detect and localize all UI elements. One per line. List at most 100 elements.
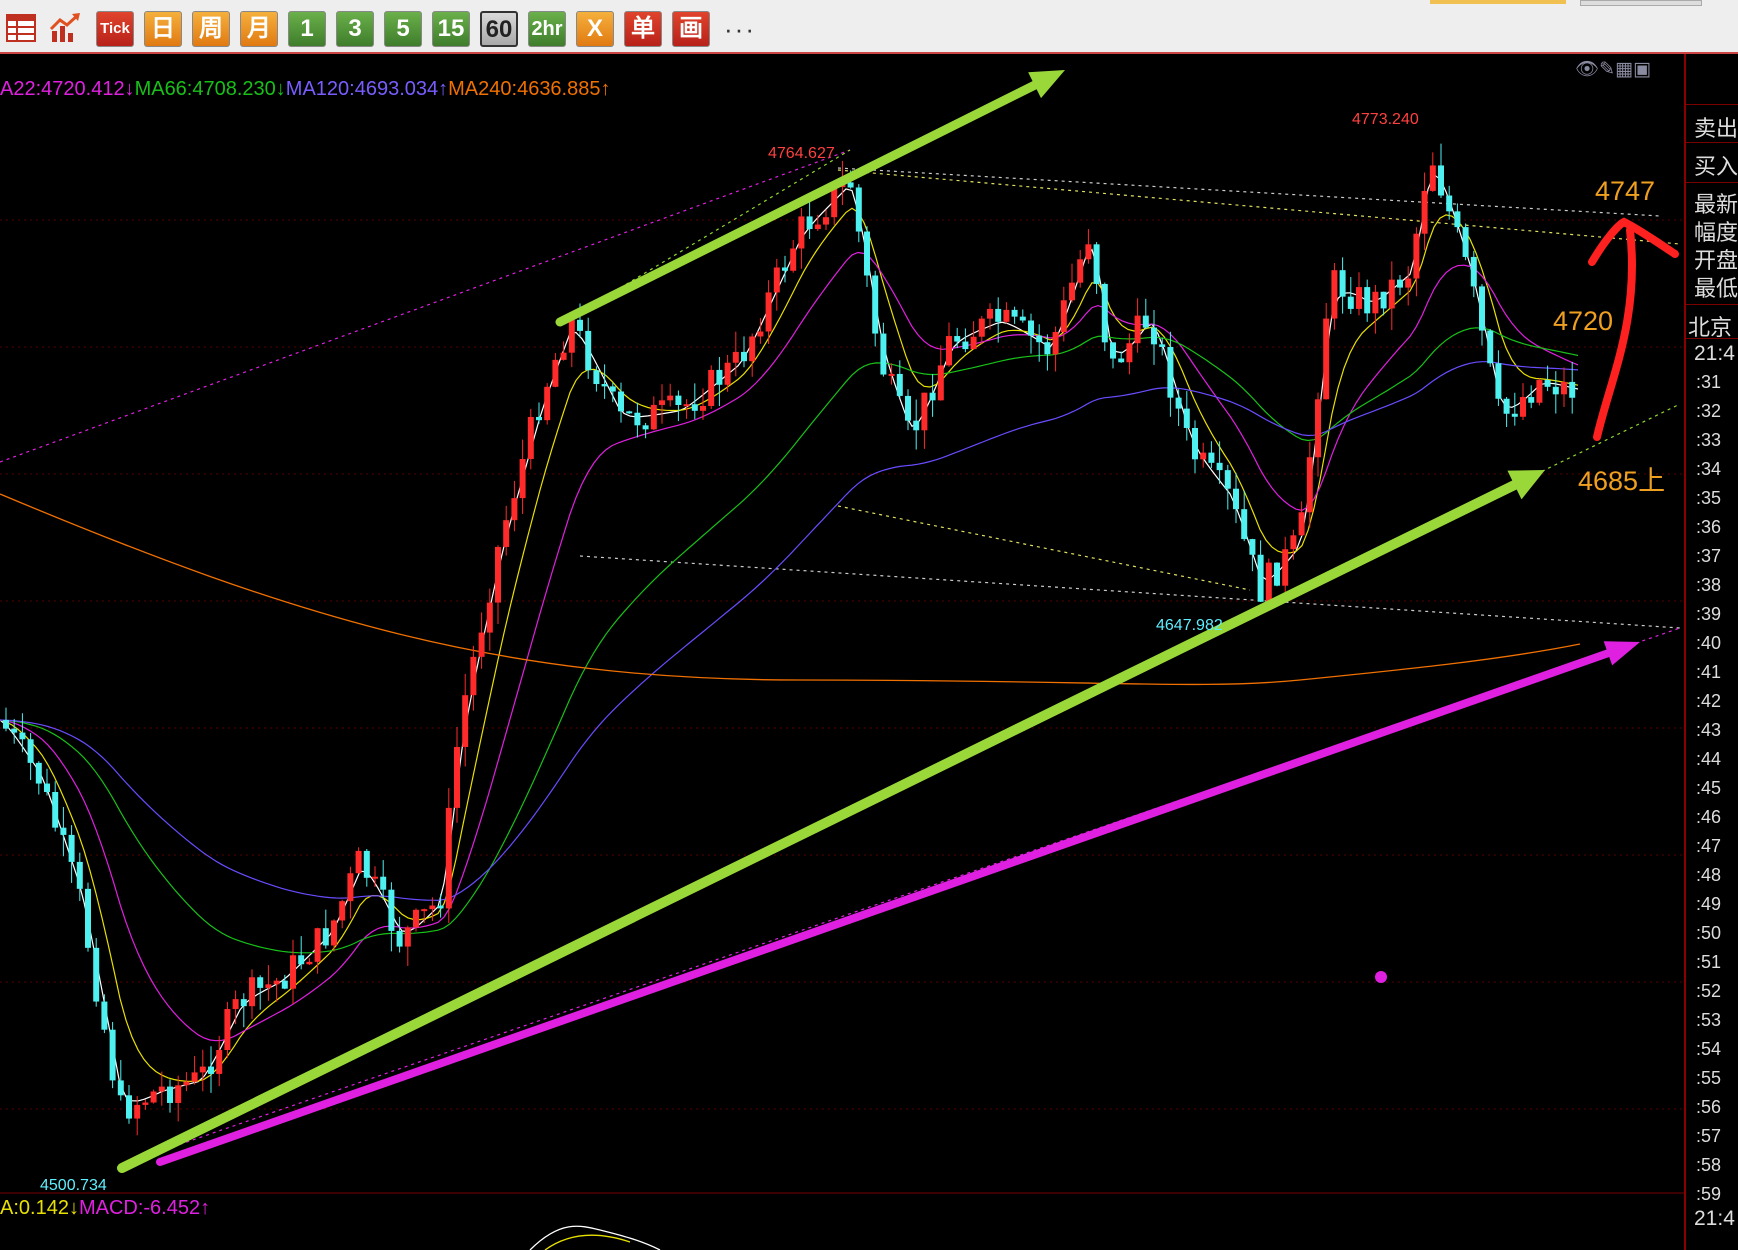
candle-body (249, 977, 255, 1007)
candle-body (306, 961, 313, 965)
candle-body (962, 341, 969, 350)
candle-body (1282, 549, 1289, 586)
candle-body (1306, 457, 1313, 513)
time-tick: :34 (1696, 459, 1722, 479)
candle-body (503, 520, 510, 547)
ma240-line (0, 493, 1581, 686)
candle-body (1520, 397, 1526, 417)
candle-body (823, 217, 829, 225)
candle-body (1397, 279, 1403, 288)
interval-1-button[interactable]: 1 (288, 11, 326, 47)
candle-body (35, 762, 42, 784)
candle-body (519, 458, 526, 499)
candle-body (1561, 381, 1567, 395)
candle-body (478, 632, 485, 657)
candle-body (1388, 279, 1395, 309)
tab-stub-2[interactable] (1580, 0, 1702, 6)
drawn-arrows (117, 70, 1679, 1173)
candle-body (404, 927, 411, 947)
week-button[interactable]: 周 (192, 11, 230, 47)
candle-body (1060, 300, 1067, 333)
candle-body (716, 369, 723, 385)
candle-body (1552, 386, 1559, 395)
candle-body (363, 850, 370, 878)
candle-body (298, 955, 305, 965)
candle-body (511, 498, 518, 521)
close-x-button[interactable]: X (576, 11, 614, 47)
price-chart[interactable]: 4764.627 4773.240 4647.982 4500.734 4747 4720… (0, 54, 1684, 1250)
candle-body (109, 1029, 116, 1081)
candle-body (921, 392, 928, 431)
candle-body (19, 732, 26, 740)
candle-body (527, 416, 534, 459)
grid-table-icon[interactable] (2, 11, 40, 47)
candle-body (568, 319, 575, 353)
candle-body (1069, 282, 1075, 301)
chart-tools-icons[interactable]: 👁✎▦▣ (1575, 57, 1651, 80)
candle-body (199, 1066, 206, 1073)
interval-3-button[interactable]: 3 (336, 11, 374, 47)
candle-body (847, 182, 854, 188)
interval-5-button[interactable]: 5 (384, 11, 422, 47)
candle-body (175, 1085, 182, 1103)
candle-body (1421, 190, 1428, 234)
candle-body (618, 391, 624, 412)
candle-body (946, 336, 952, 366)
candle-body (1183, 408, 1190, 428)
tick-button[interactable]: Tick (96, 11, 134, 47)
candle-body (372, 876, 378, 879)
candle-body (970, 336, 977, 350)
candle-body (85, 888, 91, 948)
time-tick: :56 (1696, 1097, 1722, 1117)
candle-body (691, 404, 698, 411)
candle-body (388, 889, 395, 931)
candle-body (773, 267, 780, 293)
candle-body (929, 392, 936, 401)
buy-label: 买入 (1694, 155, 1738, 180)
candle-body (1454, 211, 1461, 228)
sell-label: 卖出 (1694, 117, 1738, 142)
candle-body (1495, 363, 1502, 399)
candle-body (134, 1104, 141, 1119)
candle-body (1503, 398, 1510, 414)
candle-body (1323, 318, 1330, 400)
candle-body (593, 370, 600, 385)
time-tick: :41 (1696, 662, 1722, 682)
candle-body (1438, 165, 1444, 196)
time-tick: :53 (1696, 1010, 1722, 1030)
candle-body (150, 1091, 157, 1103)
candle-body (1413, 233, 1420, 279)
interval-15-button[interactable]: 15 (432, 11, 470, 47)
order-button[interactable]: 单 (624, 11, 662, 47)
draw-button[interactable]: 画 (672, 11, 710, 47)
candle-body (1364, 287, 1371, 314)
candle-body (486, 602, 493, 633)
ma66-line (0, 327, 1579, 954)
interval-60-button[interactable]: 60 (480, 11, 518, 47)
candle-body (322, 928, 329, 946)
candle-body (1479, 286, 1485, 331)
candle-body (1224, 470, 1231, 489)
candle-body (1405, 278, 1412, 288)
green-arrow-upper (555, 80, 1040, 327)
tab-stub[interactable] (1430, 0, 1566, 4)
month-button[interactable]: 月 (240, 11, 278, 47)
candle-body (1511, 413, 1518, 417)
channel-line (837, 167, 1661, 217)
candle-body (601, 384, 608, 387)
candle-body (749, 336, 756, 362)
candle-body (27, 739, 34, 763)
candle-body (265, 984, 272, 988)
extreme-label: 4764.627 (768, 145, 835, 162)
time-tick: :37 (1696, 546, 1722, 566)
candle-body (1003, 309, 1010, 322)
interval-2hr-button[interactable]: 2hr (528, 11, 566, 47)
day-button[interactable]: 日 (144, 11, 182, 47)
candle-body (1093, 244, 1100, 284)
more-icon[interactable]: ··· (724, 14, 756, 45)
candle-body (314, 928, 321, 962)
extreme-label: 4647.982 (1156, 617, 1223, 634)
trend-chart-icon[interactable] (46, 11, 84, 47)
candle-body (1372, 291, 1379, 314)
candle-body (1470, 256, 1477, 287)
